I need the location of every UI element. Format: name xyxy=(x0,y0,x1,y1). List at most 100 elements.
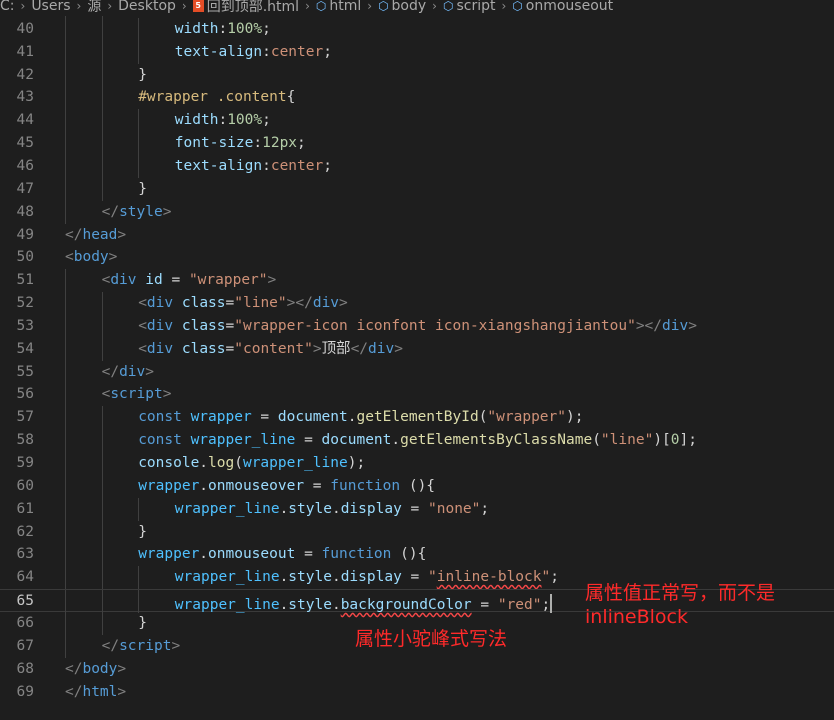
code-line[interactable]: 68 </body> xyxy=(0,658,834,681)
code-line[interactable]: 47} xyxy=(0,177,834,201)
breadcrumb-item-users[interactable]: Users xyxy=(31,0,70,14)
indent-guide xyxy=(101,429,103,453)
code-text[interactable]: const wrapper_line = document.getElement… xyxy=(138,429,697,452)
code-token: div xyxy=(662,317,689,334)
code-text[interactable]: wrapper_line.style.display = "none"; xyxy=(175,498,489,521)
code-line[interactable]: 51 <div id = "wrapper"> xyxy=(0,269,834,293)
code-line[interactable]: 60 wrapper.onmouseover = function (){ xyxy=(0,474,834,498)
code-token: = xyxy=(225,340,235,357)
code-text[interactable]: width:100%; xyxy=(175,18,271,41)
code-line[interactable]: 49 </head> xyxy=(0,224,834,247)
code-line[interactable]: 56 <script> xyxy=(0,383,834,407)
breadcrumb: C: › Users › 源 › Desktop › 5 回到顶部.html ›… xyxy=(0,0,834,16)
code-text[interactable]: font-size:12px; xyxy=(175,132,306,155)
code-line[interactable]: 48 </style> xyxy=(0,200,834,224)
indent-guide xyxy=(101,292,103,316)
code-token: ; xyxy=(480,500,490,517)
code-line[interactable]: 52 <div class="line"></div> xyxy=(0,292,834,316)
code-text[interactable]: <div class="line"></div> xyxy=(138,292,348,315)
code-token: = xyxy=(295,546,322,563)
code-text[interactable]: console.log(wrapper_line); xyxy=(138,452,365,475)
breadcrumb-item-html[interactable]: ⬡ html xyxy=(316,0,361,14)
code-text[interactable]: text-align:center; xyxy=(175,41,332,64)
breadcrumb-item-desktop[interactable]: Desktop xyxy=(118,0,176,14)
indent-guide xyxy=(65,17,66,41)
indent-guide xyxy=(138,109,140,133)
code-text[interactable]: </style> xyxy=(102,201,172,224)
code-text[interactable]: </script> xyxy=(102,635,181,658)
code-line[interactable]: 53 <div class="wrapper-icon iconfont icon… xyxy=(0,314,834,338)
code-text[interactable]: <div class="content">顶部</div> xyxy=(138,338,403,361)
code-line[interactable]: 43 #wrapper .content{ xyxy=(0,86,834,110)
code-line[interactable]: 55 </div> xyxy=(0,360,834,384)
code-line[interactable]: 69 </html> xyxy=(0,681,834,704)
code-text[interactable]: } xyxy=(138,612,147,635)
code-text[interactable]: } xyxy=(138,64,147,87)
line-number: 58 xyxy=(16,432,34,449)
code-text[interactable]: <script> xyxy=(102,383,172,406)
code-text[interactable]: <div id = "wrapper"> xyxy=(102,269,277,292)
code-text[interactable]: <div class="wrapper-icon iconfont icon-x… xyxy=(138,315,697,338)
indent-guide xyxy=(101,314,103,338)
breadcrumb-item-drive[interactable]: C: xyxy=(0,0,15,14)
code-token: class xyxy=(181,340,226,357)
code-token: style xyxy=(288,569,332,586)
line-number: 51 xyxy=(16,272,34,289)
code-line[interactable]: 58 const wrapper_line = document.getEleme… xyxy=(0,429,834,453)
annotation-value-note-line2: inlineBlock xyxy=(585,606,688,628)
code-text[interactable]: text-align:center; xyxy=(175,155,332,178)
code-token: getElementById xyxy=(356,409,479,426)
code-text[interactable]: </head> xyxy=(65,224,126,247)
code-text[interactable]: } xyxy=(138,521,147,544)
code-token: wrapper_line xyxy=(190,432,296,449)
code-token: = xyxy=(251,409,278,426)
code-token: < xyxy=(138,340,147,357)
code-token: script xyxy=(119,637,172,654)
breadcrumb-item-onmouseout[interactable]: ⬡ onmouseout xyxy=(512,0,613,14)
code-token: = xyxy=(162,272,189,289)
code-line[interactable]: 44 width:100%; xyxy=(0,109,834,133)
code-text[interactable]: </html> xyxy=(65,681,126,704)
code-line[interactable]: 45 font-size:12px; xyxy=(0,132,834,156)
code-text[interactable]: wrapper.onmouseout = function (){ xyxy=(138,543,426,566)
indent-guide xyxy=(101,590,103,614)
indent-guide xyxy=(101,337,103,361)
code-text[interactable]: <body> xyxy=(65,246,117,269)
indent-guide xyxy=(65,474,66,498)
code-token: . xyxy=(391,432,401,449)
code-text[interactable]: </body> xyxy=(65,658,126,681)
breadcrumb-item-file[interactable]: 5 回到顶部.html xyxy=(192,0,299,16)
code-line[interactable]: 63 wrapper.onmouseout = function (){ xyxy=(0,543,834,567)
breadcrumb-item-user[interactable]: 源 xyxy=(87,0,101,16)
code-line[interactable]: 57 const wrapper = document.getElementByI… xyxy=(0,406,834,430)
code-text[interactable]: wrapper.onmouseover = function (){ xyxy=(138,475,435,498)
code-token: style xyxy=(119,203,163,220)
code-text[interactable]: </div> xyxy=(102,361,154,384)
code-line[interactable]: 40 width:100%; xyxy=(0,17,834,41)
code-text[interactable]: } xyxy=(138,178,147,201)
code-text[interactable]: width:100%; xyxy=(175,109,271,132)
code-text[interactable]: wrapper_line.style.display = "inline-blo… xyxy=(175,566,559,589)
breadcrumb-item-script[interactable]: ⬡ script xyxy=(443,0,496,14)
code-line[interactable]: 46 text-align:center; xyxy=(0,154,834,178)
code-text[interactable]: const wrapper = document.getElementById(… xyxy=(138,406,583,429)
code-line[interactable]: 54 <div class="content">顶部</div> xyxy=(0,337,834,361)
code-line[interactable]: 50 <body> xyxy=(0,246,834,269)
code-token: ); xyxy=(347,455,366,471)
code-text[interactable]: #wrapper .content{ xyxy=(138,86,295,109)
chevron-right-icon: › xyxy=(76,0,82,13)
code-token: "wrapper" xyxy=(487,409,566,426)
code-line[interactable]: 61 wrapper_line.style.display = "none"; xyxy=(0,497,834,521)
code-line[interactable]: 62} xyxy=(0,520,834,544)
code-token: id xyxy=(145,272,163,289)
code-line[interactable]: 41 text-align:center; xyxy=(0,40,834,64)
code-token: class xyxy=(181,295,226,312)
code-line[interactable]: 59 console.log(wrapper_line); xyxy=(0,452,834,475)
code-token: style xyxy=(288,500,332,517)
indent-guide xyxy=(101,177,103,201)
breadcrumb-item-body[interactable]: ⬡ body xyxy=(378,0,426,14)
code-editor[interactable]: 39#wrapper .wrapper-icon{40width:100%;41… xyxy=(0,0,834,720)
code-token: wrapper_line xyxy=(174,500,280,517)
code-line[interactable]: 42} xyxy=(0,63,834,87)
indent-guide xyxy=(65,429,66,453)
